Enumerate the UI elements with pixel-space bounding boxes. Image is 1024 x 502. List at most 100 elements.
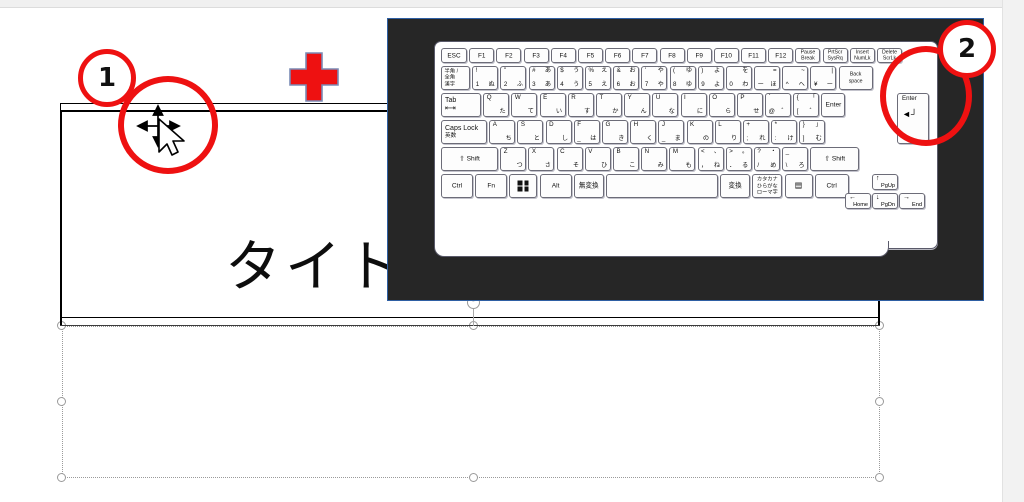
key-f8[interactable]: F8 — [659, 48, 685, 63]
key-label: F2 — [505, 51, 513, 59]
key-blank[interactable]: ~ ^ へ — [782, 66, 809, 90]
key-f2[interactable]: F2 — [496, 48, 522, 63]
key-blank[interactable]: を 0 わ — [725, 66, 752, 90]
key-esc[interactable]: ESC — [441, 48, 467, 63]
key-カタカナ-ひらがな-ローマ字[interactable]: カタカナ ひらがな ローマ字 — [752, 174, 783, 198]
key-s[interactable]: Sと — [517, 120, 544, 144]
key-z[interactable]: Zつ — [500, 147, 527, 171]
key-f12[interactable]: F12 — [768, 48, 794, 63]
key-legend-br: む — [815, 135, 822, 142]
slide-canvas[interactable]: タイトルを入力 ESCF1F2F3F4F5F6F7F8F9F10F11F12Pa… — [0, 8, 1024, 502]
key-b[interactable]: Bこ — [612, 147, 639, 171]
key-blank[interactable]: ▤ — [784, 174, 813, 198]
key-o[interactable]: Oら — [708, 93, 735, 117]
key-m[interactable]: Mも — [669, 147, 696, 171]
key-f10[interactable]: F10 — [713, 48, 739, 63]
key-f9[interactable]: F9 — [686, 48, 712, 63]
key-x[interactable]: Xさ — [528, 147, 555, 171]
resize-handle-middle-right[interactable] — [875, 397, 884, 406]
key-'[interactable]: ' や 7 や — [641, 66, 668, 90]
keyboard-palmrest — [434, 241, 889, 257]
key-label: 変換 — [728, 182, 742, 190]
key-+[interactable]: +; れ — [742, 120, 769, 144]
key-arrow-down[interactable]: ↓ PgDn — [872, 193, 898, 209]
key-w[interactable]: Wて — [511, 93, 538, 117]
key-y[interactable]: Yん — [624, 93, 651, 117]
key-?[interactable]: ? ・ / め — [753, 147, 780, 171]
key-f11[interactable]: F11 — [741, 48, 767, 63]
key-alt[interactable]: Alt — [539, 174, 572, 198]
key-ctrl[interactable]: Ctrl — [441, 174, 473, 198]
key-enter[interactable]: Enter — [821, 93, 846, 117]
key-a[interactable]: Aち — [489, 120, 516, 144]
key-$[interactable]: $ う 4 う — [556, 66, 583, 90]
subtitle-placeholder-box[interactable] — [62, 326, 880, 478]
key-legend-br: わ — [742, 81, 749, 88]
key-f4[interactable]: F4 — [550, 48, 576, 63]
key-f6[interactable]: F6 — [605, 48, 631, 63]
key-h[interactable]: Hく — [630, 120, 657, 144]
key-blank[interactable]: = ーほ — [754, 66, 781, 90]
key-pause-break[interactable]: Pause Break — [795, 48, 821, 63]
key-)[interactable]: ) よ 9 よ — [697, 66, 724, 90]
key-blank[interactable] — [605, 174, 718, 198]
key-<[interactable]: < 、 ， ね — [697, 147, 724, 171]
resize-handle-bottom-center[interactable] — [469, 473, 478, 482]
key-u[interactable]: Uな — [652, 93, 679, 117]
key-e[interactable]: Eい — [539, 93, 566, 117]
key-k[interactable]: Kの — [686, 120, 713, 144]
key-l[interactable]: Lり — [714, 120, 741, 144]
key-"[interactable]: " 2 ふ — [500, 66, 527, 90]
key-fn[interactable]: Fn — [475, 174, 508, 198]
resize-handle-bottom-right[interactable] — [875, 473, 884, 482]
key-blank[interactable]: | ¥ ー — [810, 66, 837, 90]
key-arrow-right[interactable]: → End — [899, 193, 925, 209]
key-t[interactable]: Tか — [595, 93, 622, 117]
key-ctrl[interactable]: Ctrl — [814, 174, 849, 198]
key-![interactable]: ! 1 ぬ — [472, 66, 499, 90]
key-d[interactable]: Dし — [545, 120, 572, 144]
key-back-space[interactable]: Back space — [838, 66, 873, 90]
key-caps-lock[interactable]: Caps Lock 英数 — [441, 120, 487, 144]
key-f5[interactable]: F5 — [577, 48, 603, 63]
key-_[interactable]: _ \ ろ — [782, 147, 809, 171]
key-p[interactable]: Pせ — [736, 93, 763, 117]
key-*[interactable]: *: け — [771, 120, 798, 144]
key-{[interactable]: {「 [゜ — [793, 93, 820, 117]
key-f1[interactable]: F1 — [469, 48, 495, 63]
key-f7[interactable]: F7 — [632, 48, 658, 63]
key-`[interactable]: ` @ ゛ — [765, 93, 792, 117]
key-v[interactable]: Vひ — [584, 147, 611, 171]
key-arrow-up[interactable]: ↑ PgUp — [872, 174, 898, 190]
key-変換[interactable]: 変換 — [720, 174, 751, 198]
key-arrow-left[interactable]: ← Home — [845, 193, 871, 209]
key-legend-br: ゆ — [685, 81, 692, 88]
key-blank[interactable]: 半角 / 全角 漢字 — [441, 66, 470, 90]
key-f3[interactable]: F3 — [523, 48, 549, 63]
key-f[interactable]: F _ は — [573, 120, 600, 144]
key-無変換[interactable]: 無変換 — [573, 174, 604, 198]
key-q[interactable]: Qた — [483, 93, 510, 117]
resize-handle-middle-left[interactable] — [57, 397, 66, 406]
key-⇧-shift[interactable]: ⇧ Shift — [810, 147, 860, 171]
key-&[interactable]: & お 6 お — [613, 66, 640, 90]
key-}[interactable]: } 」] む — [799, 120, 826, 144]
key-r[interactable]: Rす — [567, 93, 594, 117]
key-prtscr-sysrq[interactable]: PrtScr SysRq — [822, 48, 848, 63]
key-n[interactable]: Nみ — [641, 147, 668, 171]
key-g[interactable]: Gき — [601, 120, 628, 144]
key-⇧-shift[interactable]: ⇧ Shift — [441, 147, 498, 171]
key->[interactable]: > 。 ． る — [725, 147, 752, 171]
resize-handle-bottom-left[interactable] — [57, 473, 66, 482]
key-i[interactable]: Iに — [680, 93, 707, 117]
key-c[interactable]: Cそ — [556, 147, 583, 171]
key-([interactable]: (ゆ 8 ゆ — [669, 66, 696, 90]
key-j[interactable]: J _ ま — [658, 120, 685, 144]
key-blank[interactable] — [509, 174, 538, 198]
key-insert-numlk[interactable]: Insert NumLk — [849, 48, 875, 63]
key-#[interactable]: # あ 3 あ — [528, 66, 555, 90]
key-label: Back space — [848, 71, 863, 85]
key-%[interactable]: % え 5 え — [584, 66, 611, 90]
key-tab[interactable]: Tab ⇤⇥ — [441, 93, 481, 117]
key-legend-tl: J — [661, 120, 665, 128]
